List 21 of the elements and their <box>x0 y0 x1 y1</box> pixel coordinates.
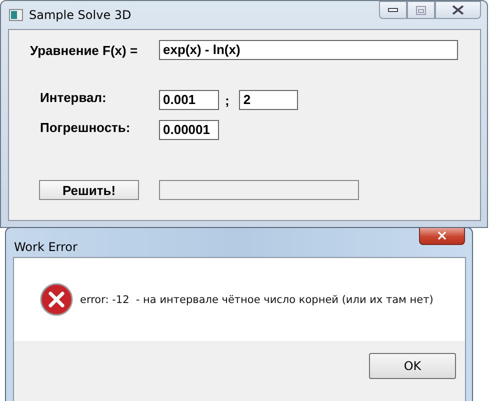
minimize-icon <box>388 8 398 12</box>
error-message: error: -12 - на интервале чётное число корней (или их там нет) <box>80 294 434 306</box>
tolerance-field[interactable]: 0.00001 <box>159 120 219 140</box>
maximize-icon <box>416 6 426 14</box>
solve-button[interactable]: Решить! <box>39 180 139 200</box>
ok-button[interactable]: OK <box>369 353 456 379</box>
close-button[interactable]: × <box>419 228 465 245</box>
separator: ; <box>225 92 230 108</box>
window-title: Sample Solve 3D <box>29 8 132 22</box>
tolerance-label: Погрешность: <box>40 120 132 134</box>
dialog-title: Work Error <box>14 240 78 254</box>
interval-label: Интервал: <box>40 90 108 104</box>
equation-field[interactable]: exp(x) - ln(x) <box>159 40 458 60</box>
app-icon <box>9 9 23 21</box>
interval-end-field[interactable]: 2 <box>239 90 298 110</box>
error-icon <box>40 283 73 316</box>
interval-start-field[interactable]: 0.001 <box>159 90 219 110</box>
close-icon <box>452 5 464 15</box>
close-button[interactable] <box>435 1 481 19</box>
minimize-button[interactable] <box>379 1 407 19</box>
equation-label: Уравнение F(x) = <box>30 42 139 58</box>
